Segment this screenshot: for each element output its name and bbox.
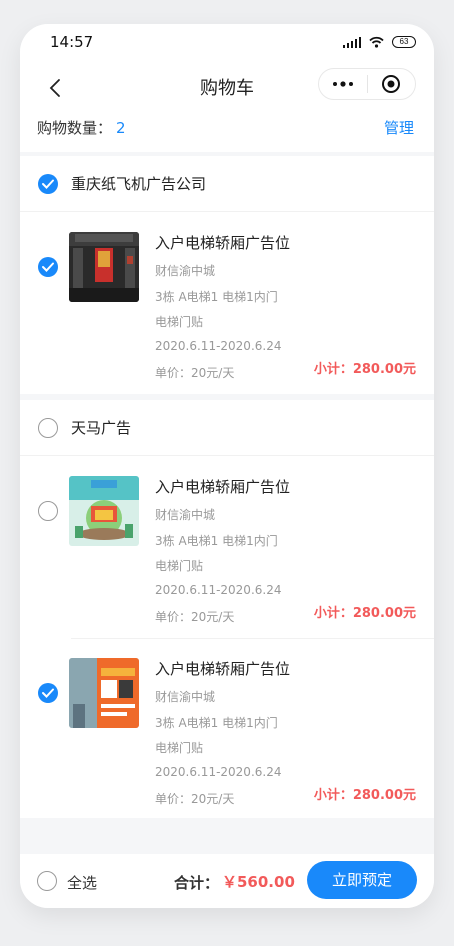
cart-item[interactable]: 入户电梯轿厢广告位 财信渝中城 3栋 A电梯1 电梯1内门 电梯门贴 2020.…: [20, 638, 434, 820]
checkmark-icon: [42, 179, 54, 189]
item-checkbox-checked[interactable]: [38, 683, 58, 703]
checkmark-icon: [42, 262, 54, 272]
select-all-label[interactable]: 全选: [67, 872, 97, 893]
phone-frame: 14:57 63 购物车 购物数量： 2 管理 重庆纸飞机广告公司 入户电梯轿厢…: [20, 24, 434, 908]
item-position: 3栋 A电梯1 电梯1内门: [155, 716, 278, 730]
more-button[interactable]: [319, 69, 367, 99]
battery-icon: 63: [392, 36, 416, 48]
item-type: 电梯门贴: [155, 315, 204, 329]
book-now-button[interactable]: 立即预定: [307, 861, 417, 899]
item-dates: 2020.6.11-2020.6.24: [155, 583, 282, 597]
group-checkbox-checked[interactable]: [38, 174, 58, 194]
status-time: 14:57: [50, 33, 94, 51]
item-price: 单价：20元/天: [155, 366, 235, 380]
checkmark-icon: [42, 688, 54, 698]
item-price: 单价：20元/天: [155, 610, 235, 624]
close-mini-program-button[interactable]: [367, 69, 415, 99]
shop-group: 天马广告 入户电梯轿厢广告位 财信渝中城 3栋 A电梯1 电梯1内门 电梯门贴 …: [20, 400, 434, 818]
item-location: 财信渝中城: [155, 690, 216, 704]
shop-name: 重庆纸飞机广告公司: [71, 175, 207, 193]
item-type: 电梯门贴: [155, 741, 204, 755]
item-subtotal: 小计：280.00元: [313, 362, 416, 377]
signal-icon: [342, 36, 361, 48]
manage-button[interactable]: 管理: [384, 117, 414, 138]
mini-program-capsule: [318, 68, 416, 100]
cart-count-label: 购物数量：: [37, 119, 113, 137]
elevator-photo-thumbnail: [69, 232, 139, 302]
item-location: 财信渝中城: [155, 508, 216, 522]
target-circle-icon: [382, 75, 401, 93]
item-checkbox-unchecked[interactable]: [38, 501, 58, 521]
item-subtotal: 小计：280.00元: [313, 788, 416, 803]
more-dots-icon: [332, 81, 353, 87]
navigation-bar: 购物车: [20, 68, 434, 110]
item-checkbox-checked[interactable]: [38, 257, 58, 277]
select-all-checkbox[interactable]: [37, 871, 57, 891]
item-location: 财信渝中城: [155, 264, 216, 278]
item-dates: 2020.6.11-2020.6.24: [155, 339, 282, 353]
shop-group-header: 天马广告: [20, 400, 434, 456]
shop-group-header: 重庆纸飞机广告公司: [20, 156, 434, 212]
item-price: 单价：20元/天: [155, 792, 235, 806]
item-dates: 2020.6.11-2020.6.24: [155, 765, 282, 779]
shop-group: 重庆纸飞机广告公司 入户电梯轿厢广告位 财信渝中城 3栋 A电梯1 电梯1内门 …: [20, 156, 434, 394]
status-bar: 14:57 63: [20, 24, 434, 68]
total-amount: ￥560.00: [222, 873, 295, 891]
group-checkbox-unchecked[interactable]: [38, 418, 58, 438]
item-subtotal: 小计：280.00元: [313, 606, 416, 621]
shop-name: 天马广告: [71, 419, 132, 437]
item-title: 入户电梯轿厢广告位: [155, 478, 291, 496]
item-position: 3栋 A电梯1 电梯1内门: [155, 290, 278, 304]
item-title: 入户电梯轿厢广告位: [155, 234, 291, 252]
cart-item[interactable]: 入户电梯轿厢广告位 财信渝中城 3栋 A电梯1 电梯1内门 电梯门贴 2020.…: [20, 456, 434, 638]
cart-count: 2: [116, 119, 126, 137]
wifi-icon: [369, 36, 384, 48]
item-title: 入户电梯轿厢广告位: [155, 660, 291, 678]
checkout-bar: 全选 合计： ￥560.00 立即预定: [20, 854, 434, 908]
poster-illustration-thumbnail: [69, 476, 139, 546]
cart-summary-row: 购物数量： 2 管理: [20, 110, 434, 152]
cart-item[interactable]: 入户电梯轿厢广告位 财信渝中城 3栋 A电梯1 电梯1内门 电梯门贴 2020.…: [20, 212, 434, 394]
total-label: 合计：: [174, 874, 220, 892]
item-type: 电梯门贴: [155, 559, 204, 573]
orange-poster-photo-thumbnail: [69, 658, 139, 728]
item-position: 3栋 A电梯1 电梯1内门: [155, 534, 278, 548]
